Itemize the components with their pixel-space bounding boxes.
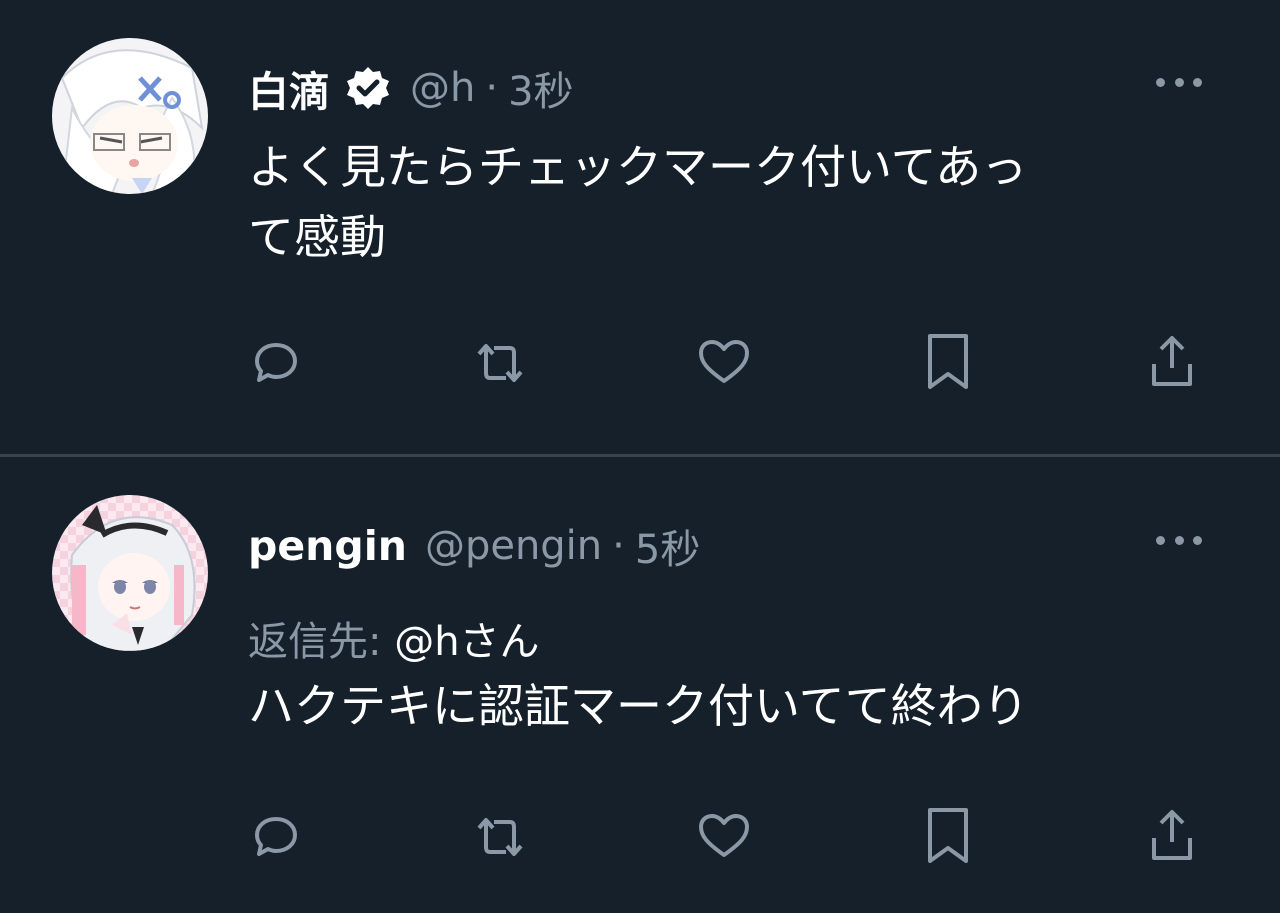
- like-button[interactable]: [694, 330, 754, 394]
- tweet-actions: [248, 330, 1200, 394]
- reply-prefix: 返信先:: [248, 619, 395, 665]
- bookmark-icon: [928, 334, 968, 389]
- handle[interactable]: @pengin: [425, 523, 602, 569]
- bookmark-button[interactable]: [918, 804, 978, 868]
- retweet-icon: [477, 818, 523, 856]
- like-button[interactable]: [694, 804, 754, 868]
- tweet-header: pengin @pengin · 5秒: [248, 516, 700, 576]
- bookmark-button[interactable]: [918, 330, 978, 394]
- avatar[interactable]: [52, 495, 208, 651]
- retweet-button[interactable]: [470, 804, 530, 868]
- display-name[interactable]: 白滴: [248, 58, 330, 118]
- reply-button[interactable]: [246, 804, 306, 868]
- handle[interactable]: @h: [410, 65, 475, 111]
- tweet-header: 白滴 @h · 3秒: [248, 58, 574, 118]
- timestamp[interactable]: 5秒: [635, 517, 700, 575]
- reply-mention-link[interactable]: @hさん: [394, 619, 539, 665]
- reply-icon: [255, 817, 297, 856]
- like-icon: [699, 340, 749, 383]
- verified-badge-icon: [344, 64, 392, 112]
- tweet[interactable]: pengin @pengin · 5秒 返信先: @hさん ハクテキに認証マーク…: [0, 457, 1280, 913]
- avatar-image: [52, 38, 208, 194]
- more-dot-icon: [1193, 535, 1202, 545]
- retweet-icon: [477, 344, 523, 382]
- avatar-image: [52, 495, 208, 651]
- tweet-actions: [248, 804, 1200, 868]
- share-button[interactable]: [1142, 804, 1202, 868]
- bookmark-icon: [928, 808, 968, 863]
- reply-button[interactable]: [246, 330, 306, 394]
- share-button[interactable]: [1142, 330, 1202, 394]
- more-dot-icon: [1193, 77, 1202, 87]
- avatar[interactable]: [52, 38, 208, 194]
- more-dot-icon: [1156, 535, 1165, 545]
- more-options-button[interactable]: [1156, 72, 1202, 92]
- reply-icon: [255, 343, 297, 382]
- separator-dot: ·: [612, 523, 625, 569]
- tweet-text: よく見たらチェックマーク付いてあっ て感動: [248, 140, 1028, 264]
- timestamp[interactable]: 3秒: [508, 59, 573, 117]
- more-dot-icon: [1174, 77, 1184, 87]
- tweet[interactable]: 白滴 @h · 3秒 よく見たらチェックマーク付いてあっ て感動: [0, 0, 1280, 455]
- more-dot-icon: [1174, 535, 1184, 545]
- display-name[interactable]: pengin: [248, 522, 407, 570]
- separator-dot: ·: [485, 65, 499, 111]
- share-icon: [1152, 336, 1192, 386]
- more-options-button[interactable]: [1156, 530, 1202, 550]
- retweet-button[interactable]: [470, 330, 530, 394]
- reply-context: 返信先: @hさん: [248, 609, 540, 667]
- tweet-text: ハクテキに認証マーク付いてて終わり: [248, 679, 1029, 733]
- more-dot-icon: [1156, 77, 1165, 87]
- like-icon: [699, 814, 749, 857]
- share-icon: [1152, 810, 1192, 860]
